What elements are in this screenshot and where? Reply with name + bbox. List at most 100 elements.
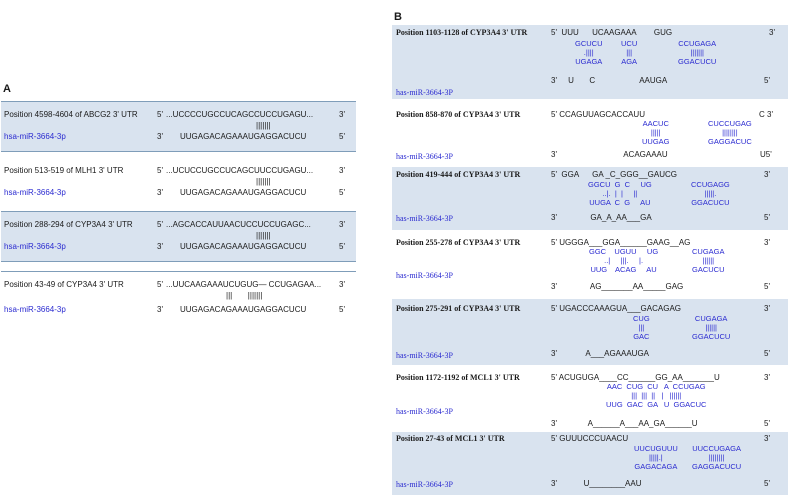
prime-label: 3' <box>339 280 345 289</box>
panel-a-divider <box>1 211 356 212</box>
row-title: Position 27-43 of MCL1 3' UTR <box>396 434 505 443</box>
panel-a-divider <box>1 261 356 262</box>
mirna-sequence: UUGAGACAGAAAUGAGGACUCU <box>180 132 307 141</box>
prime-label: 5' <box>157 220 163 229</box>
pairing-block: GGCU G C UG ..|. | | || UUGA C G AU <box>588 180 652 207</box>
top-strand: 5' UUU UCAAGAAA GUG <box>551 28 673 37</box>
prime-label: 3' <box>157 305 163 314</box>
pairing-block: AAC CUG CU A CCUGAG ||| ||| || | |||||| UU… <box>606 382 707 409</box>
mirna-sequence: UUGAGACAGAAAUGAGGACUCU <box>180 188 307 197</box>
prime-label: 5' <box>157 280 163 289</box>
prime-label: 5' <box>339 242 345 251</box>
pairing-block: UUCCUGAGA |||||||| GAGGACUCU <box>692 444 742 471</box>
mirna-name: hsa-miR-3664-3p <box>4 188 66 197</box>
panel-a-divider <box>1 271 356 272</box>
top-strand: 5' GGA GA _C_GGG__GAUCG <box>551 170 678 179</box>
row-title: Position 43-49 of CYP3A4 3' UTR <box>4 280 124 289</box>
pairing-block: CCUGAGA ||||||| GGACUCU <box>678 39 717 66</box>
pairing-block: AACUC ||||| UUGAG <box>642 119 670 146</box>
panel-a-divider <box>1 101 356 102</box>
pairing-block: CCUGAGG |||||. GGACUCU <box>691 180 730 207</box>
pairing-bars: ||||||| <box>256 231 271 240</box>
mirna-name: hsa-miR-3664-3p <box>4 242 66 251</box>
bottom-strand: 3' U________AAU <box>551 479 642 488</box>
strand-end: 3' <box>764 373 770 382</box>
strand-end: 5' <box>764 419 770 428</box>
strand-end: 5' <box>764 76 770 85</box>
strand-end: 5' <box>764 479 770 488</box>
prime-label: 5' <box>339 188 345 197</box>
bottom-strand: 3' ACAGAAAU <box>551 150 668 159</box>
row-title: Position 1172-1192 of MCL1 3' UTR <box>396 373 520 382</box>
pairing-block: CUG ||| GAC <box>633 314 650 341</box>
panel-a-row-3-bg <box>1 211 356 261</box>
prime-label: 3' <box>157 242 163 251</box>
row-title: Position 513-519 of MLH1 3' UTR <box>4 166 124 175</box>
mirna-name: has-miR-3664-3P <box>396 214 453 223</box>
bottom-strand: 3' AG_______AA_____GAG <box>551 282 684 291</box>
row-title: Position 255-278 of CYP3A4 3' UTR <box>396 238 521 247</box>
target-sequence: ...UUCAAGAAAUCUGUG— CCUGAGAA... <box>166 280 322 289</box>
prime-label: 3' <box>157 188 163 197</box>
row-title: Position 275-291 of CYP3A4 3' UTR <box>396 304 521 313</box>
mirna-name: has-miR-3664-3P <box>396 271 453 280</box>
pairing-bars: ||||||| <box>256 177 271 186</box>
pairing-block: UCU ||| AGA <box>621 39 638 66</box>
pairing-bars: ||| ||||||| <box>226 291 263 300</box>
prime-label: 3' <box>339 110 345 119</box>
pairing-bars: ||||||| <box>256 121 271 130</box>
strand-end: 3' <box>764 434 770 443</box>
bottom-strand: 3' GA_A_AA___GA <box>551 213 652 222</box>
top-strand: 5' GUUUCCCUAACU <box>551 434 629 443</box>
pairing-block: CUGAGA |||||| GGACUCU <box>692 314 731 341</box>
row-title: Position 858-870 of CYP3A4 3' UTR <box>396 110 521 119</box>
bottom-strand: 3' A___AGAAAUGA <box>551 349 650 358</box>
mirna-name: has-miR-3664-3P <box>396 480 453 489</box>
target-sequence: ...UCCCCUGCCUCAGCCUCCUGAGU... <box>166 110 314 119</box>
pairing-block: GCUCU .|||| UGAGA <box>575 39 603 66</box>
prime-label: 5' <box>157 166 163 175</box>
top-strand: 5' UGGGA___GGA______GAAG__AG <box>551 238 691 247</box>
bottom-strand: 3' A______A___AA_GA______U <box>551 419 698 428</box>
top-strand: 5' CCAGUUAGCACCAUU <box>551 110 645 119</box>
bottom-strand: 3' U C AAUGA <box>551 76 668 85</box>
prime-label: 3' <box>339 220 345 229</box>
strand-end: 5' <box>764 349 770 358</box>
mirna-name: hsa-miR-3664-3p <box>4 305 66 314</box>
top-strand: 5' ACUGUGA____CC______GG_AA_______U <box>551 373 720 382</box>
prime-label: 5' <box>339 132 345 141</box>
strand-end: C 3' <box>759 110 773 119</box>
mirna-name: has-miR-3664-3P <box>396 351 453 360</box>
pairing-block: GGC UGUU UG ..| |||. |. UUG ACAG AU <box>589 247 659 274</box>
strand-end: U5' <box>760 150 772 159</box>
strand-end: 5' <box>764 282 770 291</box>
strand-end: 3' <box>764 170 770 179</box>
pairing-block: UUCUGUUU |||||.| GAGACAGA <box>634 444 678 471</box>
row-title: Position 288-294 of CYP3A4 3' UTR <box>4 220 133 229</box>
row-title: Position 419-444 of CYP3A4 3' UTR <box>396 170 521 179</box>
panel-a-row-1-bg <box>1 101 356 151</box>
prime-label: 3' <box>339 166 345 175</box>
mirna-sequence: UUGAGACAGAAAUGAGGACUCU <box>180 305 307 314</box>
row-title: Position 1103-1128 of CYP3A4 3' UTR <box>396 28 528 37</box>
mirna-sequence: UUGAGACAGAAAUGAGGACUCU <box>180 242 307 251</box>
panel-b-label: B <box>394 11 402 23</box>
prime-label: 3' <box>157 132 163 141</box>
strand-end: 5' <box>764 213 770 222</box>
panel-a-divider <box>1 151 356 152</box>
row-title: Position 4598-4604 of ABCG2 3' UTR <box>4 110 138 119</box>
strand-end: 3' <box>764 304 770 313</box>
target-sequence: ...AGCACCAUUAACUCCUCCUGAGC... <box>166 220 311 229</box>
top-strand: 5' UGACCCAAAGUA___GACAGAG <box>551 304 682 313</box>
mirna-name: hsa-miR-3664-3p <box>4 132 66 141</box>
prime-label: 5' <box>157 110 163 119</box>
strand-end: 3' <box>769 28 775 37</box>
panel-a-label: A <box>3 83 11 95</box>
pairing-block: CUGAGA |||||| GACUCU <box>692 247 725 274</box>
prime-label: 5' <box>339 305 345 314</box>
mirna-name: has-miR-3664-3P <box>396 88 453 97</box>
mirna-name: has-miR-3664-3P <box>396 407 453 416</box>
strand-end: 3' <box>764 238 770 247</box>
pairing-block: CUCCUGAG |||||||| GAGGACUC <box>708 119 752 146</box>
mirna-name: has-miR-3664-3P <box>396 152 453 161</box>
